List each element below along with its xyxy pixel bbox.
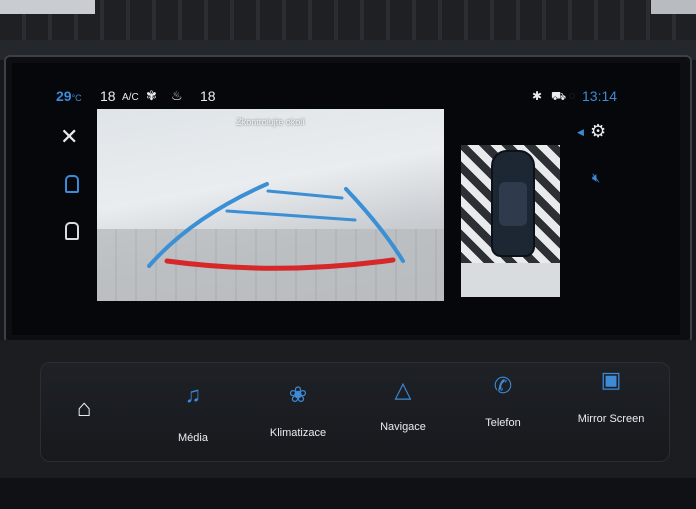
climate-label: Klimatizace [269, 427, 327, 439]
vent-highlight-right [651, 0, 696, 14]
vehicle-roof [499, 182, 527, 226]
car-front-icon: ⛟ [551, 89, 567, 103]
rear-camera-icon[interactable] [65, 175, 79, 193]
guide-far [266, 189, 344, 200]
home-button[interactable]: ⌂ [41, 363, 127, 461]
media-button[interactable]: ♫ Média [143, 363, 243, 461]
navigation-button[interactable]: △ Navigace [353, 363, 453, 461]
phone-label: Telefon [485, 417, 521, 429]
ac-status[interactable]: A/C [122, 91, 139, 105]
fan-thermometer-icon: ❀ [288, 382, 308, 407]
home-icon: ⌂ [76, 395, 92, 422]
media-label: Média [178, 432, 208, 444]
signal-icon: ◌ [569, 90, 576, 102]
infotainment-screen: 29°C 18 A/C ✾ ♨ 18 ✱ ⛟ ◌ 13:14 ✕ Zkontro… [12, 63, 680, 335]
guide-right [344, 187, 405, 263]
console-bottom [0, 478, 696, 509]
driver-temperature[interactable]: 18 [100, 89, 116, 103]
climate-button[interactable]: ❀ Klimatizace [243, 363, 353, 461]
passenger-temperature[interactable]: 18 [200, 89, 216, 103]
top-view-ground [461, 263, 560, 297]
seat-heat-icon[interactable]: ♨ [171, 89, 183, 103]
guide-red [164, 257, 396, 271]
mirror-screen-label: Mirror Screen [577, 413, 645, 425]
air-vent [0, 0, 696, 40]
fan-icon[interactable]: ✾ [146, 89, 157, 103]
mirror-screen-icon: ▣ [600, 367, 622, 392]
guide-left [147, 182, 269, 268]
close-icon[interactable]: ✕ [60, 126, 78, 148]
phone-icon: ✆ [493, 373, 513, 398]
vent-highlight-left [0, 0, 95, 14]
clock: 13:14 [582, 88, 618, 104]
navigation-label: Navigace [380, 421, 426, 433]
shortcut-bar: ⌂ ♫ Média ❀ Klimatizace △ Navigace ✆ Tel… [40, 362, 670, 462]
navigation-arrow-icon: △ [394, 377, 412, 402]
mute-icon[interactable]: 🔇︎ [592, 170, 600, 186]
guide-mid [225, 209, 357, 222]
bluetooth-icon: ✱ [532, 89, 543, 103]
vehicle-top-view [491, 150, 535, 257]
front-camera-icon[interactable] [65, 222, 79, 240]
rear-camera-view: Zkontrolujte okolí [97, 109, 444, 301]
phone-button[interactable]: ✆ Telefon [453, 363, 553, 461]
parking-guidelines [147, 182, 405, 271]
outside-temperature: 29°C [56, 88, 82, 104]
arrow-left-icon[interactable]: ◀ [577, 127, 584, 138]
mirror-screen-button[interactable]: ▣ Mirror Screen [553, 363, 669, 461]
music-icon: ♫ [184, 382, 202, 407]
gear-icon[interactable]: ⚙ [590, 121, 606, 142]
top-view-display [461, 145, 560, 297]
status-bar: 29°C 18 A/C ✾ ♨ 18 ✱ ⛟ ◌ 13:14 [12, 63, 680, 104]
